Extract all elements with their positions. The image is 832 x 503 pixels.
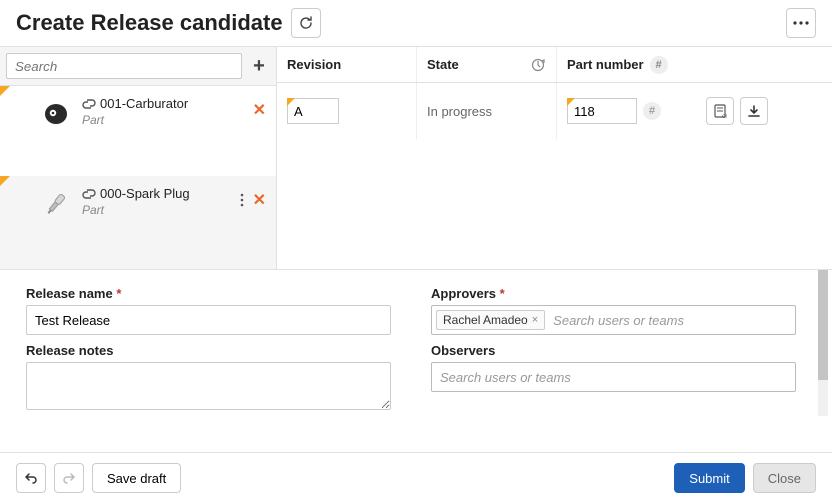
table-row: In progress # on [277, 83, 832, 139]
state-cycle-icon[interactable] [530, 57, 546, 73]
release-notes-label: Release notes [26, 343, 401, 358]
refresh-icon [298, 15, 314, 31]
remove-part-button[interactable]: ✕ [253, 100, 266, 120]
status-flag-icon [287, 98, 295, 106]
remove-part-button[interactable]: ✕ [253, 190, 266, 210]
more-menu-button[interactable] [786, 8, 816, 38]
page-title: Create Release candidate [16, 10, 283, 36]
part-menu-button[interactable] [239, 193, 245, 207]
part-thumbnail [40, 188, 72, 220]
refresh-button[interactable] [291, 8, 321, 38]
download-button[interactable] [740, 97, 768, 125]
status-flag-icon [0, 86, 10, 96]
part-item[interactable]: 000-Spark Plug Part ✕ [0, 176, 276, 266]
submit-button[interactable]: Submit [674, 463, 744, 493]
col-part-number: Part number # [557, 47, 687, 82]
part-thumbnail [40, 98, 72, 130]
observers-input[interactable]: Search users or teams [431, 362, 796, 392]
undo-icon [24, 471, 38, 485]
part-item[interactable]: 001-Carburator Part ✕ [0, 86, 276, 176]
table-header: Revision State Part number # [277, 47, 832, 83]
release-name-label: Release name * [26, 286, 401, 301]
svg-text:on: on [722, 114, 727, 118]
undo-button[interactable] [16, 463, 46, 493]
add-part-button[interactable]: + [248, 55, 270, 77]
observers-label: Observers [431, 343, 806, 358]
release-notes-input[interactable] [26, 362, 391, 410]
approvers-input[interactable]: Rachel Amadeo × Search users or teams [431, 305, 796, 335]
link-icon [82, 187, 96, 201]
search-input[interactable] [6, 53, 242, 79]
redo-icon [62, 471, 76, 485]
document-icon: on [713, 104, 727, 118]
part-type: Part [82, 113, 253, 127]
col-revision: Revision [277, 47, 417, 82]
part-number-input[interactable] [567, 98, 637, 124]
properties-button[interactable]: on [706, 97, 734, 125]
status-flag-icon [567, 98, 575, 106]
approvers-label: Approvers * [431, 286, 806, 301]
parts-sidebar: + 001-Carburator Part ✕ [0, 47, 277, 269]
save-draft-button[interactable]: Save draft [92, 463, 181, 493]
close-button[interactable]: Close [753, 463, 816, 493]
generate-number-button[interactable]: # [643, 102, 661, 120]
hash-icon: # [650, 56, 668, 74]
release-name-input[interactable] [26, 305, 391, 335]
approver-chip: Rachel Amadeo × [436, 310, 545, 330]
part-name: 001-Carburator [100, 96, 188, 111]
link-icon [82, 97, 96, 111]
more-icon [793, 21, 809, 25]
download-icon [747, 104, 761, 118]
state-text: In progress [427, 104, 492, 119]
part-type: Part [82, 203, 239, 217]
redo-button[interactable] [54, 463, 84, 493]
part-name: 000-Spark Plug [100, 186, 190, 201]
col-state: State [417, 47, 557, 82]
scrollbar[interactable] [818, 270, 828, 416]
status-flag-icon [0, 176, 10, 186]
remove-chip-button[interactable]: × [532, 314, 538, 326]
